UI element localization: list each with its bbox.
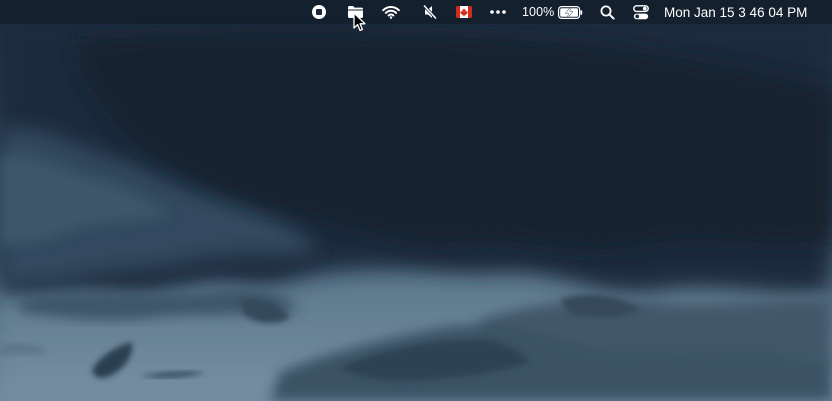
wifi-icon[interactable] bbox=[381, 0, 401, 24]
record-stop-icon[interactable] bbox=[309, 0, 329, 24]
battery-percent-label: 100% bbox=[522, 5, 555, 19]
battery-charging-icon bbox=[558, 5, 583, 19]
menubar-clock[interactable]: Mon Jan 15 3 46 04 PM bbox=[664, 0, 820, 24]
menu-bar: 100% Mon Jan 15 3 46 04 PM bbox=[0, 0, 832, 24]
more-dots-icon[interactable] bbox=[488, 0, 508, 24]
battery-status[interactable]: 100% bbox=[522, 0, 584, 24]
control-center-icon[interactable] bbox=[632, 0, 650, 24]
stormy-clouds-wallpaper bbox=[0, 0, 832, 401]
canada-flag-icon[interactable] bbox=[455, 0, 473, 24]
folder-icon[interactable] bbox=[345, 0, 365, 24]
speaker-muted-icon[interactable] bbox=[420, 0, 440, 24]
search-icon[interactable] bbox=[598, 0, 616, 24]
desktop-wallpaper bbox=[0, 0, 832, 401]
